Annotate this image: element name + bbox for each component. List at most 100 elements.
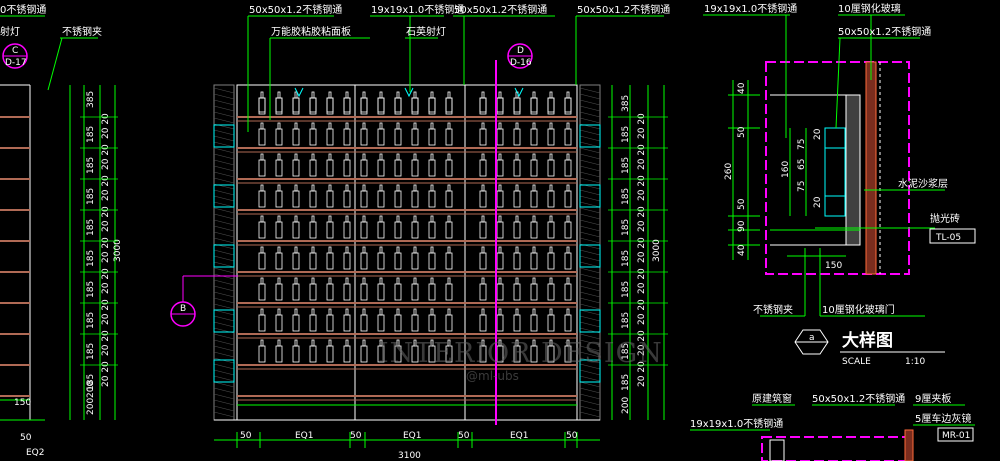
section-marker-d[interactable]: D D-16 [507, 43, 533, 69]
callout-quartz-lamp: 石英射灯 [406, 25, 446, 38]
watermark-main: INTERIOR DESIGN [378, 338, 663, 369]
bottle [479, 97, 487, 113]
bottle [547, 97, 555, 113]
marker-c-top: C [12, 46, 18, 56]
right-dim-185: 185 [621, 219, 631, 236]
bottle [275, 153, 283, 177]
spot-lamp-2 [404, 87, 414, 98]
bottle [326, 308, 334, 332]
right-dim-185: 185 [621, 188, 631, 205]
bottom-dim-eq1-1: EQ1 [295, 431, 314, 441]
left-dim-185: 185 [86, 312, 96, 329]
detail-scale-value: 1:10 [905, 357, 925, 367]
callout-stainless-clip: 不锈钢夹 [62, 25, 102, 38]
bottle [292, 215, 300, 239]
bottle [428, 308, 436, 332]
bottle [292, 97, 300, 113]
bottle [445, 246, 453, 270]
bottom-callout-window: 原建筑窗 [752, 392, 792, 405]
marker-c-bottom: D-17 [5, 58, 27, 68]
bottle [360, 122, 368, 146]
bottle [479, 122, 487, 146]
bottle [496, 184, 504, 208]
bottle [428, 122, 436, 146]
bottle [258, 122, 266, 146]
bottle [377, 246, 385, 270]
detail-dim-65: 65 [797, 159, 807, 170]
bottle [326, 277, 334, 301]
section-marker-c[interactable]: C D-17 [2, 43, 28, 69]
bottle [513, 97, 521, 113]
bottle [513, 246, 521, 270]
bottle [411, 215, 419, 239]
detail-callout-mortar: 水泥沙浆层 [898, 177, 948, 190]
bottle [343, 91, 351, 115]
left-dim-185: 185 [86, 157, 96, 174]
left-dim-185: 185 [86, 188, 96, 205]
dim-eq2: EQ2 [26, 448, 45, 458]
detail-title-block: a 大样图 SCALE 1:10 [794, 329, 945, 367]
bottle [564, 122, 572, 146]
bottle [326, 122, 334, 146]
bottle [343, 184, 351, 208]
bottom-mirror-code: MR-01 [942, 431, 970, 441]
bottle [360, 277, 368, 301]
detail-dim-160: 160 [781, 161, 791, 178]
bottle [326, 91, 334, 115]
detail-dim-20b: 20 [813, 196, 823, 208]
bottle [445, 277, 453, 301]
bottle [309, 339, 317, 363]
bottle [377, 91, 385, 115]
bottle [513, 308, 521, 332]
marker-d-top: D [517, 46, 524, 56]
bottle [411, 277, 419, 301]
bottle [275, 184, 283, 208]
bottle [547, 277, 555, 301]
bottom-dim-50-2: 50 [350, 431, 362, 441]
bottle [496, 277, 504, 301]
bottle [309, 153, 317, 177]
bottle [564, 308, 572, 332]
bottle [496, 246, 504, 270]
bottle [377, 184, 385, 208]
bottle [394, 246, 402, 270]
bottle [309, 277, 317, 301]
bottle [547, 153, 555, 177]
bottle [445, 184, 453, 208]
detail-dim-75b: 75 [797, 181, 807, 192]
bottle [343, 153, 351, 177]
bottle [394, 215, 402, 239]
bottom-callout-mirror: 5厘车边灰镜 [915, 412, 971, 425]
bottle [445, 153, 453, 177]
left-dim-185: 185 [86, 250, 96, 267]
bottle [411, 308, 419, 332]
callout-top-left-material: 0不锈钢通 [0, 3, 46, 16]
left-partial-elevation: 150 50 EQ2 [0, 84, 45, 458]
detail-scale-label: SCALE [842, 357, 871, 367]
bottle [326, 339, 334, 363]
bottle [479, 91, 487, 115]
bottom-dim-eq1-3: EQ1 [510, 431, 529, 441]
bottle [530, 184, 538, 208]
detail-tile-code: TL-05 [935, 233, 961, 243]
bottle [377, 122, 385, 146]
bottle [513, 153, 521, 177]
bottle [360, 215, 368, 239]
dim-50-left: 50 [20, 433, 32, 443]
bottle [547, 91, 555, 115]
bottle [530, 153, 538, 177]
callout-tube-50-a: 50x50x1.2不锈钢通 [249, 3, 342, 16]
right-dim-385: 385 [621, 95, 631, 112]
left-dim-185: 185 [86, 281, 96, 298]
bottle [496, 91, 504, 115]
bottle [564, 277, 572, 301]
marker-d-bottom: D-16 [510, 58, 532, 68]
bottle [258, 91, 266, 115]
bottle [394, 97, 402, 113]
bottom-callout-tube-19: 19x19x1.0不锈钢通 [690, 417, 783, 430]
right-dim-185: 185 [621, 157, 631, 174]
detail-dim-50b: 50 [737, 198, 747, 210]
bottle [411, 184, 419, 208]
bottom-dim-eq1-2: EQ1 [403, 431, 422, 441]
bottle [343, 308, 351, 332]
